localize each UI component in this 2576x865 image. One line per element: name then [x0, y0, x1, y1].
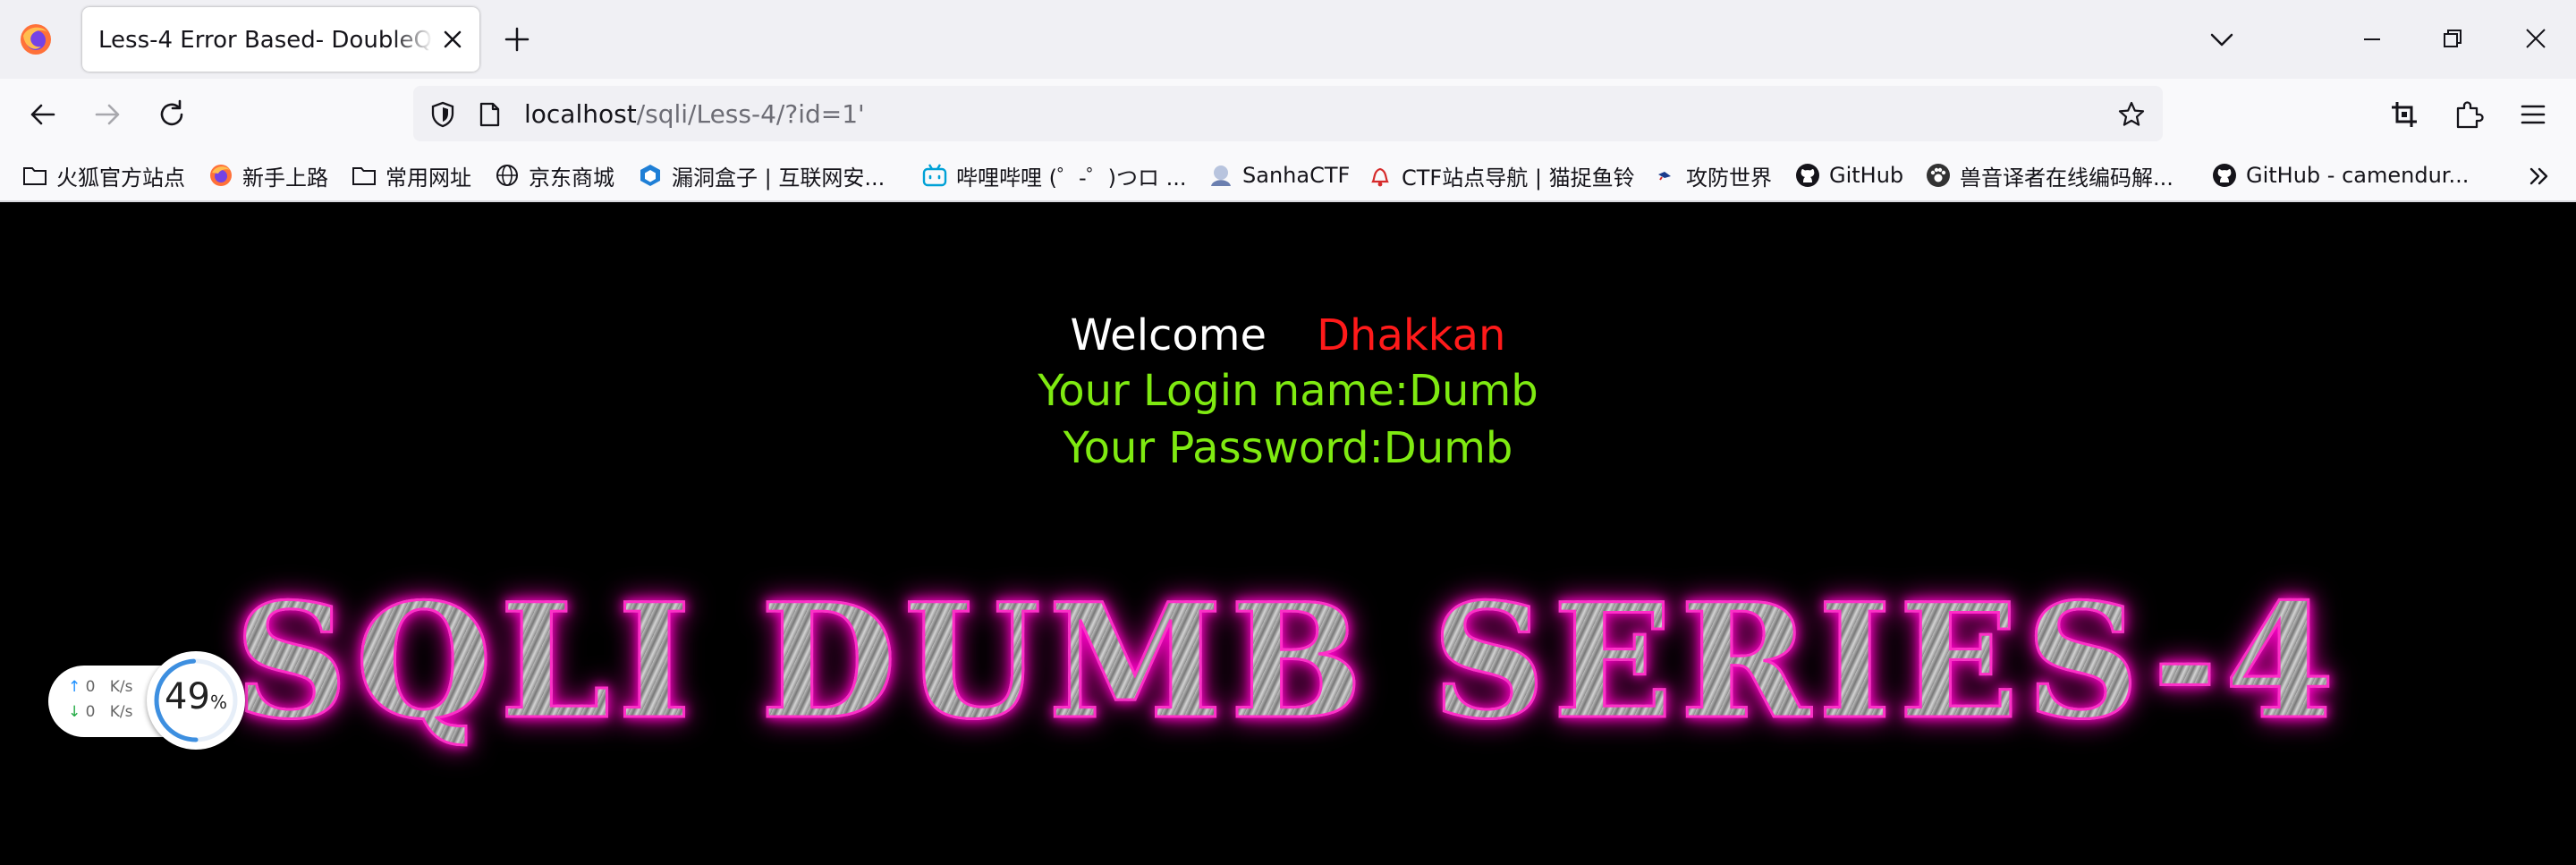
github-icon [1796, 164, 1819, 187]
bookmark-label: 新手上路 [242, 165, 328, 191]
download-unit: K/s [109, 703, 133, 721]
sanha-icon [1211, 165, 1231, 186]
bookmark-item[interactable]: 新手上路 [208, 159, 328, 191]
close-tab-icon[interactable] [436, 23, 469, 55]
tab-strip: Less-4 Error Based- DoubleQuotes- String [0, 0, 2576, 79]
address-bar[interactable]: localhost/sqli/Less-4/?id=1' [413, 86, 2163, 141]
folder-icon [23, 167, 47, 185]
upload-speed: ↑ 0 K/s [68, 678, 132, 696]
bookmark-item[interactable]: 攻防世界 [1651, 159, 1772, 191]
welcome-text: Welcome [1070, 310, 1267, 360]
download-value: 0 [85, 703, 96, 721]
bookmark-label: SanhaCTF [1242, 163, 1351, 188]
bookmark-label: 漏洞盒子 | 互联网安... [672, 165, 886, 191]
tracking-protection-shield-icon[interactable] [428, 99, 458, 130]
firefox-icon [210, 165, 232, 186]
bookmark-item[interactable]: 哔哩哔哩 (゜-゜)つロ ... [921, 159, 1187, 191]
bell-icon [1371, 167, 1389, 187]
window-close-icon[interactable] [2517, 20, 2555, 57]
shield-small-icon [1658, 172, 1671, 181]
bookmark-star-icon[interactable] [2116, 99, 2147, 130]
back-arrow-icon[interactable] [23, 95, 63, 134]
network-speed-widget[interactable]: ↑ 0 K/s ↓ 0 K/s 49% [48, 651, 245, 750]
bookmark-label: CTF站点导航 | 猫捉鱼铃 [1402, 165, 1635, 191]
bookmark-label: 火狐官方站点 [56, 165, 185, 191]
window-restore-icon[interactable] [2435, 21, 2470, 57]
gauge-percent-value: 49 [165, 676, 210, 717]
reload-icon[interactable] [152, 95, 191, 134]
download-arrow-icon: ↓ [68, 703, 81, 721]
bookmark-label: GitHub - camendur... [2246, 163, 2470, 188]
gauge-percent: 49% [147, 676, 245, 717]
upload-arrow-icon: ↑ [68, 678, 81, 696]
bookmark-item[interactable]: 兽音译者在线编码解... [1925, 159, 2174, 191]
hexagon-icon [640, 165, 660, 186]
upload-value: 0 [85, 678, 96, 696]
app-menu-hamburger-icon[interactable] [2513, 95, 2553, 134]
series-banner-title: SQLI DUMB SERIES-4 [233, 568, 2342, 756]
forward-arrow-icon[interactable] [88, 95, 127, 134]
series-banner: SQLI DUMB SERIES-4 [0, 568, 2576, 756]
navigation-toolbar: localhost/sqli/Less-4/?id=1' [0, 79, 2576, 150]
firefox-logo-icon[interactable] [18, 21, 54, 57]
bookmark-item[interactable]: GitHub - camendur... [2211, 159, 2469, 191]
screenshot-crop-icon[interactable] [2385, 95, 2424, 134]
page-content: Welcome Dhakkan Your Login name:Dumb Your… [0, 202, 2576, 865]
bilibili-icon [922, 164, 947, 187]
folder-icon [352, 167, 376, 185]
tab-title: Less-4 Error Based- DoubleQuotes- String [98, 27, 433, 54]
bookmark-item[interactable]: GitHub [1794, 159, 1903, 191]
bookmark-label: GitHub [1829, 163, 1904, 188]
more-bookmarks-chevron-icon[interactable] [2524, 161, 2555, 191]
bookmarks-toolbar: 火狐官方站点 新手上路 常用网址 京东商城 漏洞盒子 | 互联网安... 哔哩哔… [0, 150, 2576, 202]
password-text: Your Password:Dumb [1063, 423, 1513, 473]
url-text[interactable]: localhost/sqli/Less-4/?id=1' [524, 99, 865, 129]
bookmark-label: 哔哩哔哩 (゜-゜)つロ ... [956, 165, 1187, 191]
bookmark-item[interactable]: SanhaCTF [1208, 159, 1350, 191]
bookmark-item[interactable]: 常用网址 [351, 159, 471, 191]
bookmark-item[interactable]: 京东商城 [494, 159, 614, 191]
globe-icon [496, 165, 518, 186]
gauge-percent-sign: % [209, 691, 227, 713]
memory-usage-gauge[interactable]: 49% [147, 651, 245, 750]
active-tab[interactable]: Less-4 Error Based- DoubleQuotes- String [82, 7, 479, 72]
bookmark-label: 常用网址 [386, 165, 471, 191]
download-speed: ↓ 0 K/s [68, 703, 132, 721]
welcome-username: Dhakkan [1317, 310, 1506, 360]
welcome-line: Welcome Dhakkan [0, 308, 2576, 363]
bookmark-label: 攻防世界 [1686, 165, 1772, 191]
github-icon [2213, 164, 2236, 187]
upload-unit: K/s [109, 678, 133, 696]
login-name-text: Your Login name:Dumb [1038, 366, 1538, 416]
page-info-icon[interactable] [474, 99, 504, 130]
paw-icon [1927, 164, 1950, 187]
bookmark-item[interactable]: 火狐官方站点 [21, 159, 185, 191]
bookmark-label: 兽音译者在线编码解... [1960, 165, 2174, 191]
url-path: /sqli/Less-4/?id=1' [636, 99, 865, 129]
list-all-tabs-chevron-icon[interactable] [2206, 23, 2238, 55]
extensions-puzzle-icon[interactable] [2449, 95, 2488, 134]
window-minimize-icon[interactable] [2354, 21, 2390, 57]
url-host: localhost [524, 99, 637, 129]
bookmark-item[interactable]: CTF站点导航 | 猫捉鱼铃 [1367, 159, 1635, 191]
bookmark-label: 京东商城 [529, 165, 614, 191]
bookmark-item[interactable]: 漏洞盒子 | 互联网安... [637, 159, 885, 191]
new-tab-plus-icon[interactable] [501, 23, 533, 55]
